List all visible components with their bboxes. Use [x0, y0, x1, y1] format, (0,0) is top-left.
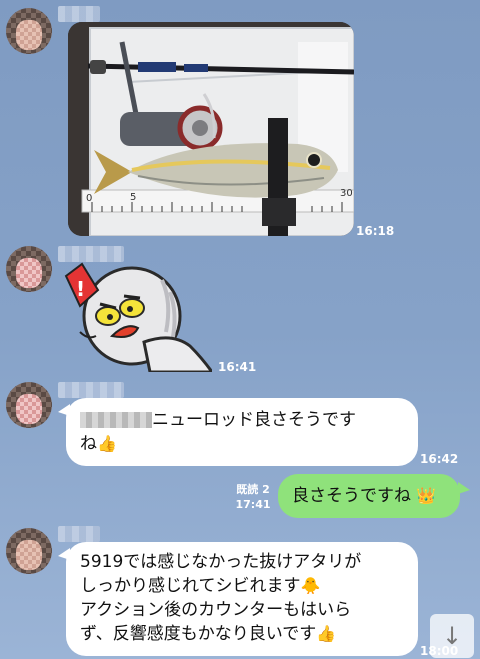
- thumbs-up-icon: 👍: [97, 434, 117, 453]
- sender-avatar[interactable]: [6, 8, 52, 54]
- message-text: アクション後のカウンターもはいら: [80, 600, 352, 620]
- arrow-down-icon: ↓: [441, 622, 463, 650]
- message-text: ず、反響感度もかなり良いです: [80, 624, 317, 644]
- exclamation-mark: !: [76, 277, 85, 301]
- fish-photo[interactable]: 0 5 30: [68, 22, 354, 236]
- message-time: 16:18: [356, 224, 395, 238]
- sender-name-blurred: [58, 246, 124, 262]
- message-bubble-incoming[interactable]: ニューロッド良さそうです ね👍: [66, 398, 418, 466]
- read-receipt: 既読 2 17:41: [232, 482, 274, 512]
- blurred-mention: [80, 412, 152, 428]
- ruler-label-30: 30: [340, 188, 353, 199]
- thumbs-up-icon: 👍: [316, 624, 337, 643]
- bubble-tail: [458, 482, 470, 494]
- chick-icon: 🐥: [300, 576, 321, 595]
- read-label: 既読 2: [236, 483, 270, 496]
- sender-avatar[interactable]: [6, 246, 52, 292]
- message-text: しっかり感じれてシビれます: [80, 576, 301, 596]
- scroll-to-bottom-button[interactable]: ↓: [430, 614, 474, 658]
- ruler-label-0: 0: [86, 193, 92, 204]
- angry-face-sticker[interactable]: !: [62, 262, 215, 374]
- sender-name-blurred: [58, 6, 100, 22]
- fish-rod-photo-image: 0 5 30: [68, 22, 354, 236]
- message-time: 16:41: [218, 360, 257, 374]
- sender-avatar[interactable]: [6, 528, 52, 574]
- message-bubble-outgoing[interactable]: 良さそうですね 👑: [278, 474, 460, 518]
- sender-name-blurred: [58, 526, 100, 542]
- message-time: 16:42: [420, 452, 459, 466]
- message-text: ニューロッド良さそうです: [152, 410, 356, 430]
- sticker-image: !: [64, 262, 215, 374]
- crown-icon: 👑: [416, 486, 437, 505]
- message-bubble-incoming[interactable]: 5919では感じなかった抜けアタリが しっかり感じれてシビれます🐥 アクション後…: [66, 542, 418, 656]
- sender-avatar[interactable]: [6, 382, 52, 428]
- message-text: ね: [80, 434, 97, 454]
- sender-name-blurred: [58, 382, 124, 398]
- ruler-label-5: 5: [130, 192, 136, 203]
- message-text: 5919では感じなかった抜けアタリが: [80, 552, 362, 572]
- message-text: 良さそうですね: [292, 486, 411, 506]
- message-time: 17:41: [235, 498, 271, 511]
